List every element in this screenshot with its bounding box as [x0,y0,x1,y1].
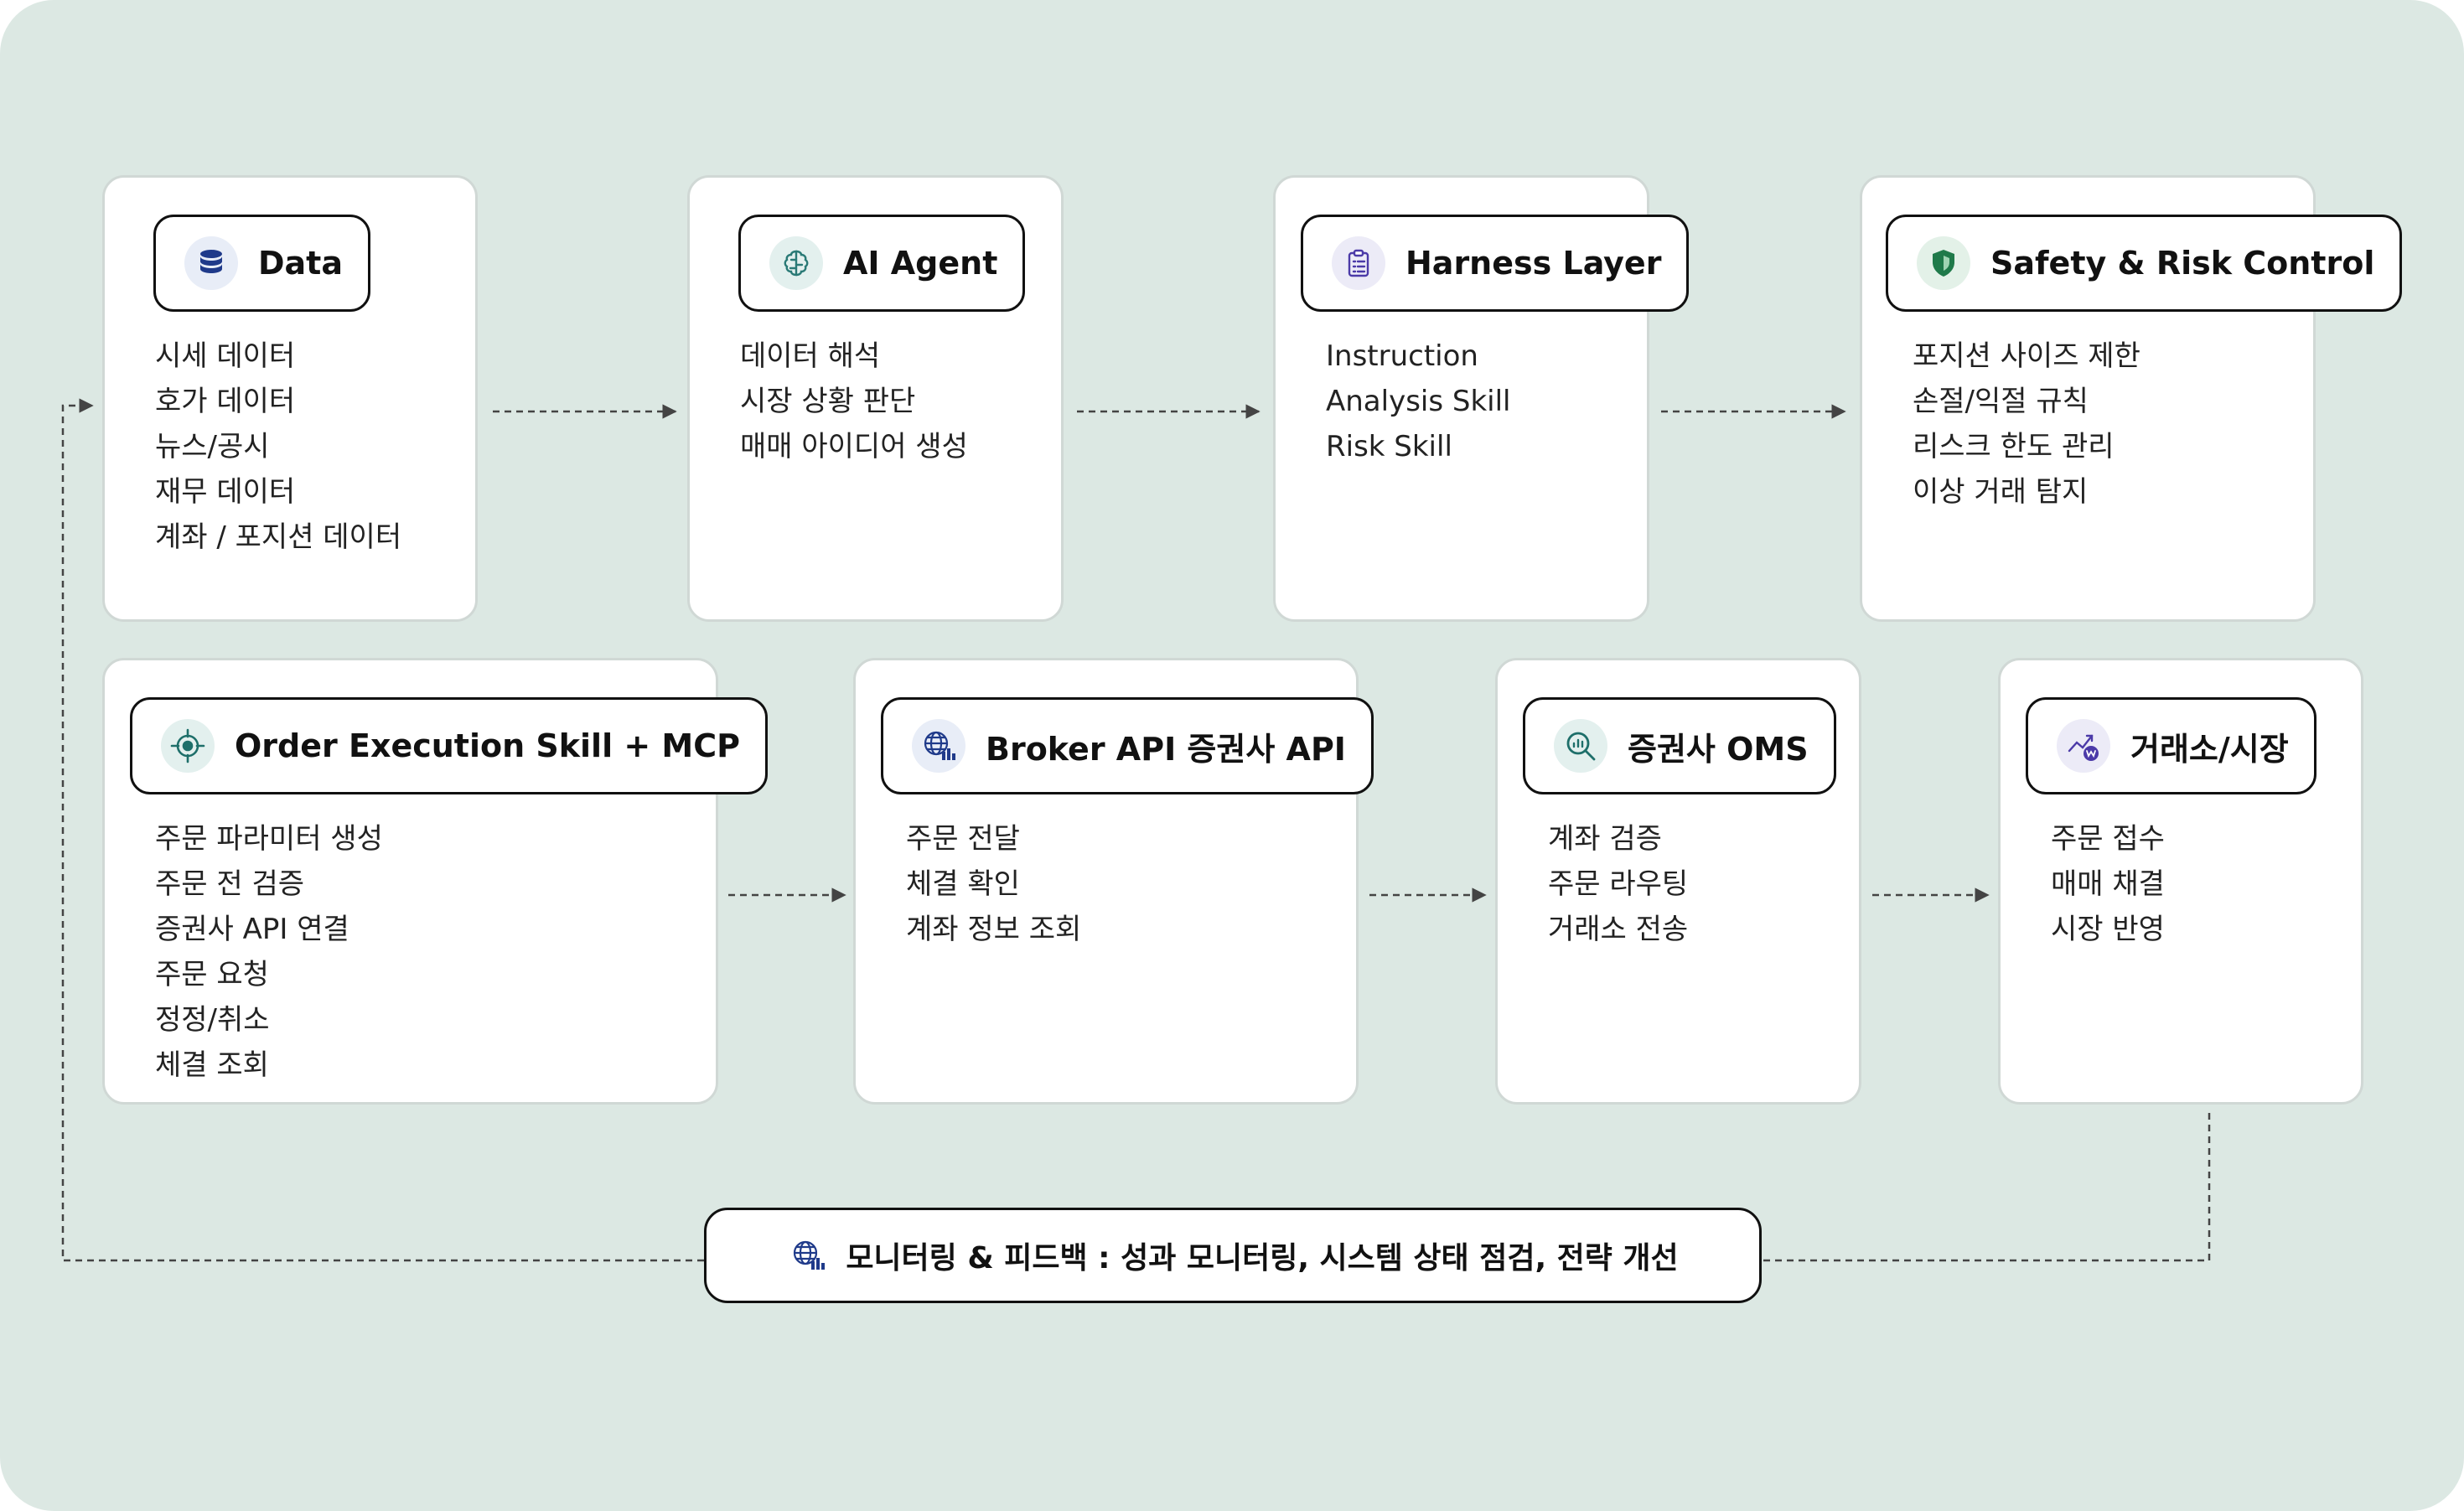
feedback-line-exchange-to-monitoring [1762,1113,2211,1262]
data-card-items: 시세 데이터 호가 데이터 뉴스/공시 재무 데이터 계좌 / 포지션 데이터 [155,334,401,560]
list-item: 매매 아이디어 생성 [740,430,968,463]
list-item: 호가 데이터 [155,385,296,418]
list-item: 시장 상황 판단 [740,385,916,418]
shield-icon [1917,236,1970,290]
globe-chart-icon [912,719,965,773]
list-item: Instruction [1326,339,1478,373]
safety-risk-card-title: Safety & Risk Control [1990,245,2375,282]
list-item: 이상 거래 탐지 [1913,475,2089,509]
safety-risk-card: Safety & Risk Control 포지션 사이즈 제한 손절/익절 규… [1860,175,2403,622]
list-item: 계좌 / 포지션 데이터 [155,520,402,554]
monitoring-feedback-text: 모니터링 & 피드백 : 성과 모니터링, 시스템 상태 점검, 전략 개선 [846,1241,1679,1276]
ai-agent-card-items: 데이터 해석 시장 상황 판단 매매 아이디어 생성 [740,334,968,469]
list-item: 정정/취소 [155,1003,270,1037]
globe-chart-icon [787,1234,829,1276]
order-execution-card-items: 주문 파라미터 생성 주문 전 검증 증권사 API 연결 주문 요청 정정/취… [155,816,383,1088]
brain-icon [769,236,823,290]
order-execution-card-header: Order Execution Skill + MCP [130,697,768,794]
broker-api-card: Broker API 증권사 API 주문 전달 체결 확인 계좌 정보 조회 [853,658,1374,1105]
broker-api-card-items: 주문 전달 체결 확인 계좌 정보 조회 [906,816,1081,952]
list-item: 거래소 전송 [1548,913,1689,946]
oms-card: 증권사 OMS 계좌 검증 주문 라우팅 거래소 전송 [1495,658,1861,1105]
harness-layer-card-items: Instruction Analysis Skill Risk Skill [1326,334,1511,469]
data-card: Data 시세 데이터 호가 데이터 뉴스/공시 재무 데이터 계좌 / 포지션… [102,175,478,622]
list-item: 주문 요청 [155,958,269,991]
oms-card-header: 증권사 OMS [1523,697,1836,794]
monitoring-feedback-bar: 모니터링 & 피드백 : 성과 모니터링, 시스템 상태 점검, 전략 개선 [704,1208,1762,1303]
safety-risk-card-items: 포지션 사이즈 제한 손절/익절 규칙 리스크 한도 관리 이상 거래 탐지 [1913,334,2140,515]
list-item: 매매 채결 [2051,867,2165,901]
list-item: Risk Skill [1326,430,1452,463]
harness-layer-card-title: Harness Layer [1405,245,1662,282]
ai-agent-card-header: AI Agent [738,215,1026,312]
oms-card-items: 계좌 검증 주문 라우팅 거래소 전송 [1548,816,1688,952]
list-item: 주문 파라미터 생성 [155,822,383,856]
safety-risk-card-header: Safety & Risk Control [1886,215,2403,312]
diagram-canvas: Data 시세 데이터 호가 데이터 뉴스/공시 재무 데이터 계좌 / 포지션… [0,0,2464,1511]
data-card-title: Data [258,245,343,282]
harness-layer-card-header: Harness Layer [1301,215,1690,312]
broker-api-card-title: Broker API 증권사 API [986,730,1346,768]
broker-api-card-header: Broker API 증권사 API [881,697,1374,794]
list-item: 증권사 API 연결 [155,913,349,946]
list-item: 계좌 검증 [1548,822,1662,856]
list-item: 재무 데이터 [155,475,296,509]
clipboard-icon [1332,236,1385,290]
list-item: 시세 데이터 [155,339,296,373]
list-item: Analysis Skill [1326,385,1511,418]
exchange-card-title: 거래소/시장 [2130,730,2289,768]
exchange-card: 거래소/시장 주문 접수 매매 채결 시장 반영 [1998,658,2363,1105]
list-item: 리스크 한도 관리 [1913,430,2115,463]
list-item: 체결 확인 [906,867,1020,901]
ai-agent-card-title: AI Agent [843,245,998,282]
order-execution-card: Order Execution Skill + MCP 주문 파라미터 생성 주… [102,658,768,1105]
list-item: 체결 조회 [155,1048,269,1082]
harness-layer-card: Harness Layer Instruction Analysis Skill… [1273,175,1690,622]
data-card-header: Data [153,215,370,312]
list-item: 뉴스/공시 [155,430,270,463]
ai-agent-card: AI Agent 데이터 해석 시장 상황 판단 매매 아이디어 생성 [687,175,1064,622]
list-item: 계좌 정보 조회 [906,913,1082,946]
list-item: 주문 접수 [2051,822,2165,856]
order-execution-card-title: Order Execution Skill + MCP [235,727,740,764]
oms-card-title: 증권사 OMS [1628,730,1809,768]
database-icon [184,236,238,290]
list-item: 손절/익절 규칙 [1913,385,2089,418]
target-icon [161,719,215,773]
list-item: 주문 라우팅 [1548,867,1689,901]
exchange-icon [2057,719,2110,773]
magnifier-chart-icon [1554,719,1607,773]
list-item: 주문 전달 [906,822,1020,856]
list-item: 데이터 해석 [740,339,881,373]
exchange-card-items: 주문 접수 매매 채결 시장 반영 [2051,816,2165,952]
exchange-card-header: 거래소/시장 [2026,697,2316,794]
list-item: 시장 반영 [2051,913,2165,946]
list-item: 포지션 사이즈 제한 [1913,339,2140,373]
list-item: 주문 전 검증 [155,867,305,901]
